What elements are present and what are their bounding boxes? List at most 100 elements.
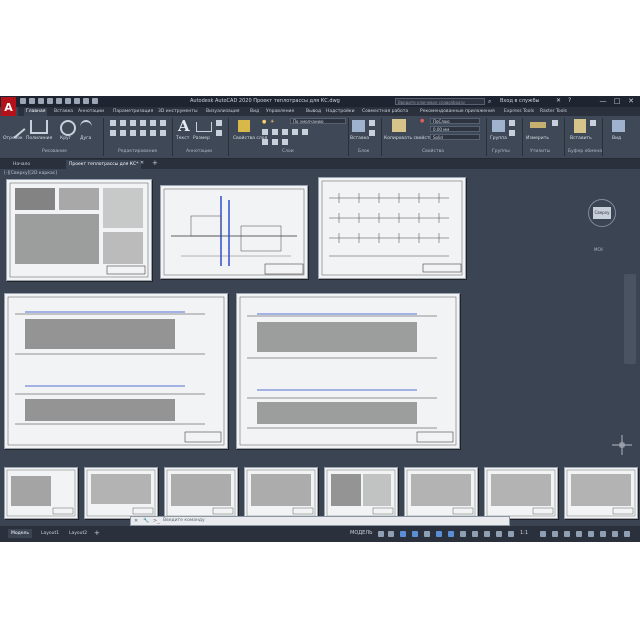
block-panel-title[interactable]: Блок: [358, 149, 369, 154]
share-icon[interactable]: [92, 98, 98, 104]
exchange-icon[interactable]: ✕: [556, 97, 561, 104]
tab-featured-apps[interactable]: Рекомендованные приложения: [420, 108, 495, 116]
tab-raster-tools[interactable]: Raster Tools: [540, 108, 567, 116]
isodraft-icon[interactable]: [424, 531, 430, 537]
tab-output[interactable]: Вывод: [306, 108, 321, 116]
layer-lock-icon[interactable]: [292, 129, 298, 135]
group-icon[interactable]: [492, 120, 505, 132]
paste-button[interactable]: Вставить: [570, 136, 592, 141]
layer-match-icon[interactable]: [302, 129, 308, 135]
drawing-sheet[interactable]: [4, 467, 78, 519]
edit-block-icon[interactable]: [369, 130, 375, 136]
group-button[interactable]: Группа: [490, 136, 507, 141]
tab-render[interactable]: Визуализация: [206, 108, 239, 116]
tab-manage[interactable]: Управление: [266, 108, 294, 116]
insert-block-button[interactable]: Вставка: [350, 136, 369, 141]
drawing-sheet[interactable]: [324, 467, 398, 519]
drawing-sheet[interactable]: [6, 179, 152, 281]
linetype-dropdown[interactable]: Solid: [430, 134, 480, 140]
dimension-button[interactable]: Размер: [193, 136, 210, 141]
lock-ui-icon[interactable]: [588, 531, 594, 537]
layers-panel-title[interactable]: Слои: [282, 149, 294, 154]
tab-layout1[interactable]: Layout1: [38, 529, 62, 538]
hardware-acceleration-icon[interactable]: [612, 531, 618, 537]
quick-properties-icon[interactable]: [576, 531, 582, 537]
groups-panel-title[interactable]: Группы: [492, 149, 510, 154]
plot-icon[interactable]: [56, 98, 62, 104]
wrench-icon[interactable]: 🔧: [143, 518, 149, 524]
properties-panel-title[interactable]: Свойства: [422, 149, 444, 154]
layer-properties-icon[interactable]: [238, 120, 250, 132]
match-properties-icon[interactable]: [392, 119, 406, 132]
move-icon[interactable]: [110, 120, 116, 126]
new-tab-icon[interactable]: +: [152, 159, 158, 167]
utilities-panel-title[interactable]: Утилиты: [530, 149, 550, 154]
polyline-button[interactable]: Полилиния: [26, 136, 52, 141]
tab-parametric[interactable]: Параметризация: [113, 108, 153, 116]
color-icon[interactable]: ●: [420, 118, 424, 124]
workspace-gear-icon[interactable]: [540, 531, 546, 537]
object-snap-tracking-icon[interactable]: [436, 531, 442, 537]
copy-icon[interactable]: [140, 120, 146, 126]
drawing-sheet[interactable]: [164, 467, 238, 519]
layer-dropdown[interactable]: По умолчанию: [290, 118, 346, 124]
layer-off-icon[interactable]: [262, 129, 268, 135]
rotate-icon[interactable]: [120, 120, 126, 126]
mirror-icon[interactable]: [150, 120, 156, 126]
selection-cycling-icon[interactable]: [484, 531, 490, 537]
tab-3d-tools[interactable]: 3D инструменты: [158, 108, 198, 116]
tab-express-tools[interactable]: Express Tools: [504, 108, 534, 116]
array-icon[interactable]: [130, 130, 136, 136]
units-icon[interactable]: [564, 531, 570, 537]
trim-icon[interactable]: [130, 120, 136, 126]
text-icon[interactable]: A: [178, 117, 190, 135]
scale-icon[interactable]: [120, 130, 126, 136]
tab-drawing[interactable]: Проект теплотрассы для КС*: [66, 160, 142, 169]
create-block-icon[interactable]: [369, 120, 375, 126]
minimize-button[interactable]: —: [598, 97, 608, 106]
paste-icon[interactable]: [574, 119, 586, 133]
save-icon[interactable]: [38, 98, 44, 104]
search-input[interactable]: Введите ключевое слово/фразу: [395, 98, 485, 105]
group-edit-icon[interactable]: [509, 130, 515, 136]
search-icon[interactable]: ⌕: [488, 98, 491, 106]
annotation-monitor-icon[interactable]: [552, 531, 558, 537]
help-icon[interactable]: ?: [568, 97, 571, 104]
tab-model[interactable]: Модель: [8, 529, 33, 538]
viewcube-face-top[interactable]: Сверху: [593, 207, 611, 219]
tab-home[interactable]: Главная: [24, 108, 48, 116]
dimension-icon[interactable]: [196, 122, 212, 132]
tab-collaborate[interactable]: Совместная работа: [362, 108, 408, 116]
circle-icon[interactable]: [60, 120, 76, 136]
base-view-icon[interactable]: [612, 120, 625, 132]
layer-isolate-icon[interactable]: [272, 129, 278, 135]
viewport-controls[interactable]: [-][Сверху][2D каркас]: [4, 171, 57, 176]
save-as-icon[interactable]: [47, 98, 53, 104]
drawing-sheet[interactable]: [564, 467, 638, 519]
tab-start[interactable]: Начало: [10, 160, 33, 169]
offset-icon[interactable]: [160, 130, 166, 136]
explode-icon[interactable]: [150, 130, 156, 136]
layer-freeze-icon[interactable]: [282, 129, 288, 135]
transparency-icon[interactable]: [472, 531, 478, 537]
layer-walk-icon[interactable]: [272, 139, 278, 145]
auto-scale-icon[interactable]: [508, 531, 514, 537]
measure-icon[interactable]: [530, 122, 546, 128]
drawing-sheet[interactable]: [236, 293, 460, 449]
lineweight-icon[interactable]: [460, 531, 466, 537]
modify-panel-title[interactable]: Редактирование: [118, 149, 157, 154]
print-icon[interactable]: [65, 98, 71, 104]
drawing-sheet[interactable]: [160, 185, 308, 279]
stretch-icon[interactable]: [110, 130, 116, 136]
erase-icon[interactable]: [140, 130, 146, 136]
polar-icon[interactable]: [412, 531, 418, 537]
ungroup-icon[interactable]: [509, 120, 515, 126]
arc-button[interactable]: Дуга: [80, 136, 91, 141]
fillet-icon[interactable]: [160, 120, 166, 126]
drawing-sheet[interactable]: [4, 293, 228, 449]
insert-block-icon[interactable]: [352, 120, 365, 132]
snap-icon[interactable]: [388, 531, 394, 537]
drawing-sheet[interactable]: [84, 467, 158, 519]
close-cmd-icon[interactable]: ✕: [134, 518, 138, 524]
circle-button[interactable]: Круг: [60, 136, 71, 141]
